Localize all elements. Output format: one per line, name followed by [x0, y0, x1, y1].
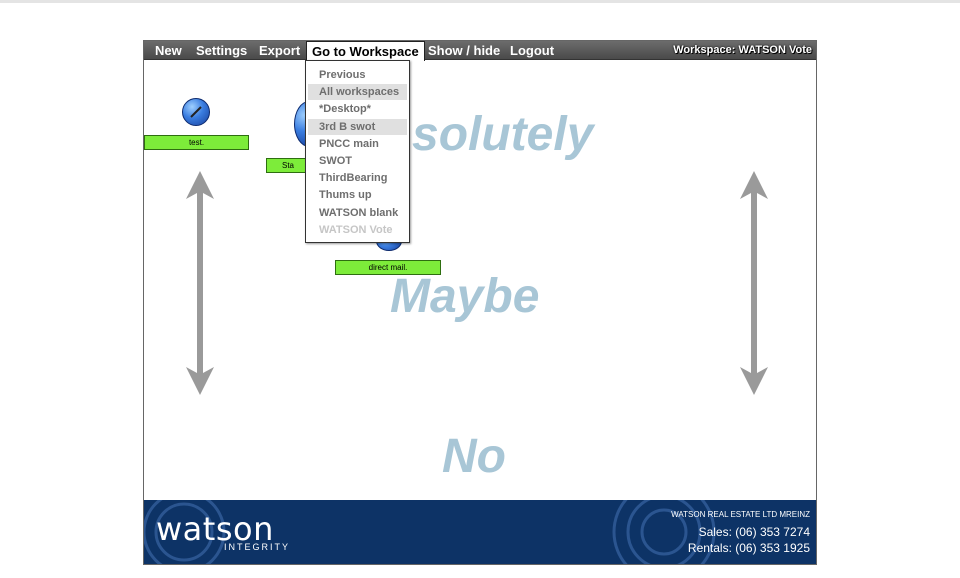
- menu-settings[interactable]: Settings: [196, 41, 247, 60]
- menu-option-thums-up[interactable]: Thums up: [308, 187, 407, 203]
- menu-new[interactable]: New: [155, 41, 182, 60]
- node-label-sta[interactable]: Sta: [266, 158, 310, 173]
- menu-show-hide[interactable]: Show / hide: [428, 41, 500, 60]
- menu-bar: New Settings Export Go to Workspace Show…: [144, 41, 816, 61]
- menu-option-pncc-main[interactable]: PNCC main: [308, 136, 407, 152]
- menu-go-to-workspace[interactable]: Go to Workspace: [306, 41, 425, 61]
- menu-option-3rd-b-swot[interactable]: 3rd B swot: [308, 119, 407, 135]
- node-test-icon[interactable]: [182, 98, 210, 126]
- menu-option-watson-vote: WATSON Vote: [319, 224, 393, 236]
- menu-option-thirdbearing[interactable]: ThirdBearing: [308, 170, 407, 186]
- menu-logout[interactable]: Logout: [510, 41, 554, 60]
- sales-phone: Sales: (06) 353 7274: [698, 525, 810, 539]
- company-name: WATSON REAL ESTATE LTD MREINZ: [671, 510, 810, 519]
- right-vertical-arrow-icon: [740, 171, 768, 395]
- workspace-app: New Settings Export Go to Workspace Show…: [143, 40, 817, 565]
- workspace-dropdown-menu: Previous All workspaces *Desktop* 3rd B …: [305, 60, 410, 243]
- zone-label-no: No: [442, 430, 506, 483]
- node-label-test[interactable]: test.: [144, 135, 249, 150]
- watson-logo-subtitle: INTEGRITY: [224, 542, 291, 552]
- menu-option-desktop[interactable]: *Desktop*: [308, 101, 407, 117]
- zone-label-absolutely: solutely: [412, 108, 594, 161]
- footer-banner: watson INTEGRITY WATSON REAL ESTATE LTD …: [144, 500, 816, 564]
- menu-export[interactable]: Export: [259, 41, 300, 60]
- zone-label-maybe: Maybe: [390, 270, 540, 323]
- pencil-icon: [190, 106, 202, 118]
- menu-option-all-workspaces[interactable]: All workspaces: [308, 84, 407, 100]
- current-workspace-label: Workspace: WATSON Vote: [673, 44, 812, 56]
- node-label-direct-mail[interactable]: direct mail.: [335, 260, 441, 275]
- left-vertical-arrow-icon: [186, 171, 214, 395]
- rentals-phone: Rentals: (06) 353 1925: [687, 541, 810, 555]
- menu-option-swot[interactable]: SWOT: [308, 153, 407, 169]
- menu-option-watson-blank[interactable]: WATSON blank: [308, 205, 407, 221]
- menu-option-previous[interactable]: Previous: [308, 67, 407, 83]
- browser-top-edge: [0, 0, 960, 3]
